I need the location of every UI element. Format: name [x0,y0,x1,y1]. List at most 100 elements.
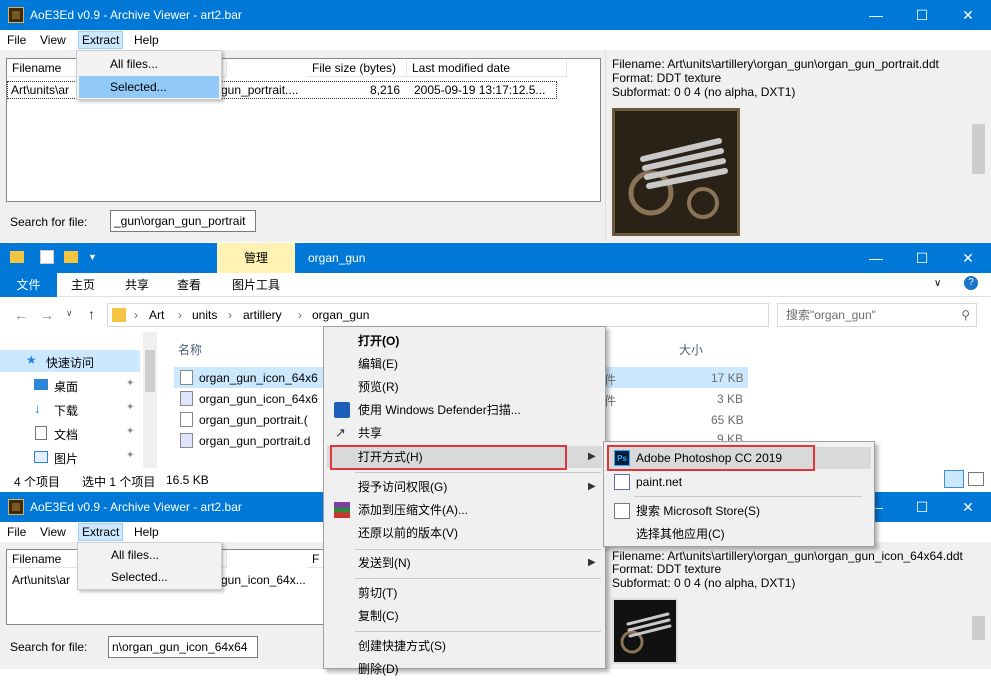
menu-extract[interactable]: Extract [78,31,124,49]
chevron-down-icon[interactable]: ▼ [88,252,97,262]
nav-item-pictures[interactable]: 图片 ✦ [0,446,140,468]
properties-icon[interactable] [40,250,54,264]
help-icon[interactable]: ? [964,276,978,290]
image-file-icon [180,370,193,385]
row-filename-tail: gun_portrait.... [221,83,299,97]
recent-chevron-icon[interactable]: ∨ [66,308,73,319]
menu-extract[interactable]: Extract [78,523,124,541]
pin-icon[interactable]: ✦ [126,450,134,461]
ctx-delete[interactable]: 删除(D) [327,658,602,680]
context-menu: 打开(O) 编辑(E) 预览(R) 使用 Windows Defender扫描.… [323,326,606,676]
extract-menu-popup: All files... Selected... [76,50,222,100]
ctx-create-shortcut[interactable]: 创建快捷方式(S) [327,635,602,657]
ctx-restore-versions[interactable]: 还原以前的版本(V) [327,522,602,544]
pin-icon[interactable]: ✦ [126,378,134,389]
separator [355,631,601,632]
explorer-close-button[interactable]: ✕ [945,243,991,273]
menu-item-all-files[interactable]: All files... [80,544,219,566]
store-icon [614,503,630,519]
ctx-add-to-archive[interactable]: 添加到压缩文件(A)... [327,499,602,521]
forward-arrow-icon[interactable]: → [40,307,54,323]
tab-view[interactable]: 查看 [166,273,212,295]
col-size-header[interactable]: 大小 [679,341,703,358]
details-view-icon[interactable] [944,470,964,488]
star-icon: ★ [26,353,37,367]
col-name-header[interactable]: 名称 [178,341,202,358]
maximize-button[interactable]: ☐ [899,0,945,30]
nav-label: 文档 [54,428,79,442]
large-icons-view-icon[interactable] [968,472,984,486]
ctx-edit[interactable]: 编辑(E) [327,353,602,375]
file-size: 3 KB [717,392,744,406]
menu-item-selected[interactable]: Selected... [80,566,219,588]
ctx-defender-scan[interactable]: 使用 Windows Defender扫描... [327,399,602,421]
tab-home[interactable]: 主页 [60,273,106,295]
ctx-preview[interactable]: 预览(R) [327,376,602,398]
nav-label: 桌面 [54,380,79,394]
up-arrow-icon[interactable]: ↑ [88,306,95,322]
nav-item-quick-access[interactable]: ★ 快速访问 [0,350,140,372]
col-filesize[interactable]: File size (bytes) [307,59,407,77]
file-name[interactable]: organ_gun_portrait.( [199,413,308,427]
new-folder-icon[interactable] [64,251,78,263]
file-name[interactable]: organ_gun_icon_64x6 [199,371,318,385]
top-menubar: File View Extract Help [0,30,991,50]
nav-item-downloads[interactable]: ↓ 下载 ✦ [0,398,140,420]
scrollbar-thumb[interactable] [972,124,985,174]
image-file-icon [180,412,193,427]
nav-scrollbar[interactable] [143,332,157,468]
col-modified[interactable]: Last modified date [407,59,567,77]
ctx-grant-access[interactable]: 授予访问权限(G) [327,476,602,498]
breadcrumb-organ-gun[interactable]: organ_gun [312,308,369,322]
ctx-send-to[interactable]: 发送到(N) [327,552,602,574]
file-name[interactable]: organ_gun_portrait.d [199,434,310,448]
scrollbar-thumb[interactable] [972,616,985,640]
top-preview-scrollbar[interactable] [970,100,987,242]
menu-item-all-files[interactable]: All files... [79,53,219,75]
info-format: Format: DDT texture [612,71,722,85]
menu-file[interactable]: File [7,33,26,47]
pin-icon[interactable]: ✦ [126,402,134,413]
ctx-copy[interactable]: 复制(C) [327,605,602,627]
search-input[interactable]: _gun\organ_gun_portrait [110,210,256,232]
minimize-button[interactable]: — [853,0,899,30]
search-store[interactable]: 搜索 Microsoft Store(S) [607,500,871,522]
bottom-preview-scrollbar[interactable] [970,592,987,669]
explorer-minimize-button[interactable]: — [853,243,899,273]
ribbon-context-tab[interactable]: 管理 [217,243,295,273]
breadcrumb-art[interactable]: Art [149,308,164,322]
menu-help[interactable]: Help [134,525,159,539]
scrollbar-thumb[interactable] [145,350,155,392]
nav-item-documents[interactable]: 文档 ✦ [0,422,140,444]
address-bar[interactable]: › Art › units › artillery › organ_gun [107,303,769,327]
menu-view[interactable]: View [40,33,66,47]
close-button[interactable]: ✕ [945,0,991,30]
file-size: 17 KB [711,371,744,385]
ctx-share[interactable]: 共享 [327,422,602,444]
tab-share[interactable]: 共享 [114,273,160,295]
search-icon: ⚲ [961,308,970,322]
ribbon-expand-icon[interactable]: ∨ [934,278,941,289]
menu-item-selected[interactable]: Selected... [79,76,219,98]
search-input[interactable]: n\organ_gun_icon_64x64 [108,636,258,658]
app-paint-net[interactable]: paint.net [607,471,871,493]
explorer-search-input[interactable]: 搜索"organ_gun" ⚲ [777,303,977,327]
choose-other-app[interactable]: 选择其他应用(C) [607,523,871,545]
menu-view[interactable]: View [40,525,66,539]
pin-icon[interactable]: ✦ [126,426,134,437]
nav-item-desktop[interactable]: 桌面 ✦ [0,374,140,396]
maximize-button[interactable]: ☐ [899,492,945,522]
back-arrow-icon[interactable]: ← [14,307,28,323]
explorer-maximize-button[interactable]: ☐ [899,243,945,273]
tab-file[interactable]: 文件 [0,273,57,297]
menu-help[interactable]: Help [134,33,159,47]
menu-file[interactable]: File [7,525,26,539]
tab-picture-tools[interactable]: 图片工具 [217,273,295,295]
breadcrumb-units[interactable]: units [192,308,217,322]
ctx-cut[interactable]: 剪切(T) [327,582,602,604]
close-button[interactable]: ✕ [945,492,991,522]
ctx-open[interactable]: 打开(O) [327,330,602,352]
file-name[interactable]: organ_gun_icon_64x6 [199,392,318,406]
breadcrumb-artillery[interactable]: artillery [243,308,282,322]
top-window-titlebar: AoE3Ed v0.9 - Archive Viewer - art2.bar … [0,0,991,30]
